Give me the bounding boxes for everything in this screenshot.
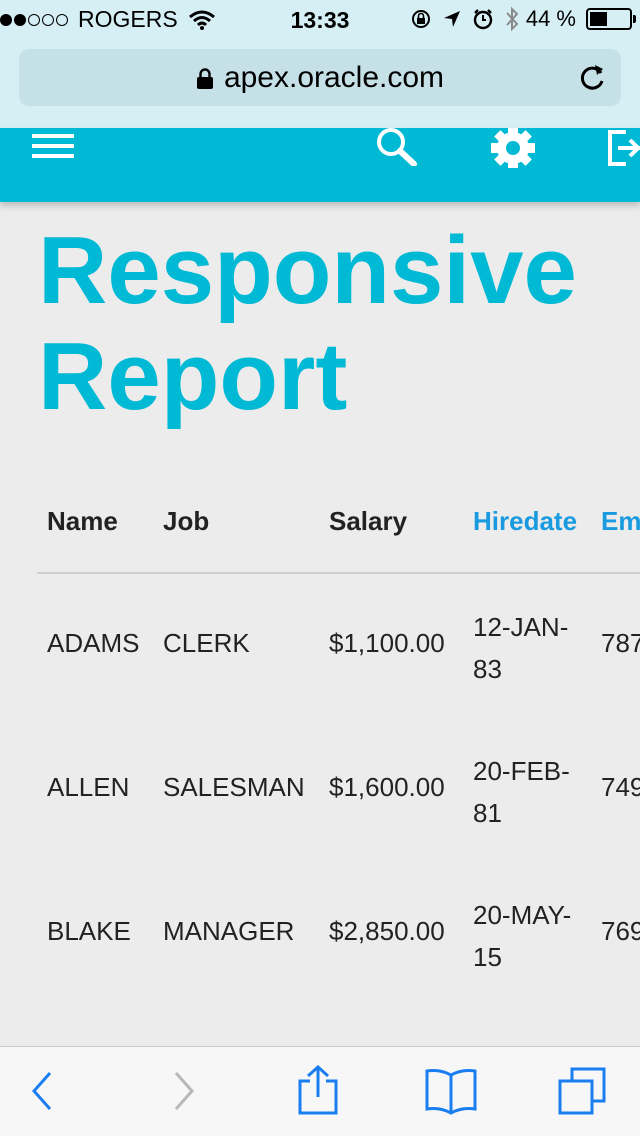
sign-out-icon[interactable] [606, 130, 640, 166]
column-header-empno[interactable]: Em [601, 506, 640, 537]
browser-toolbar [0, 1046, 640, 1136]
cell-name: ADAMS [47, 628, 140, 658]
gear-icon[interactable] [488, 128, 538, 170]
battery-icon [586, 8, 636, 30]
cell-name: BLAKE [47, 916, 131, 946]
table-row: BLAKE MANAGER $2,850.00 20-MAY-15 769 [37, 862, 640, 1006]
cell-salary: $1,600.00 [329, 772, 445, 802]
lock-icon [196, 68, 213, 90]
orientation-lock-icon [411, 10, 430, 28]
cell-salary: $1,100.00 [329, 628, 445, 658]
cell-job: SALESMAN [163, 772, 305, 802]
bluetooth-icon [506, 6, 519, 32]
cell-empno: 769 [601, 916, 640, 946]
address-bar[interactable]: apex.oracle.com [19, 49, 621, 106]
cell-salary: $2,850.00 [329, 916, 445, 946]
url-text: apex.oracle.com [223, 61, 445, 94]
location-icon [443, 11, 460, 27]
cell-hiredate: 20-FEB-81 [473, 756, 570, 828]
status-bar: ROGERS 13:33 44 % [0, 0, 640, 40]
menu-icon[interactable] [32, 130, 74, 162]
reload-icon[interactable] [577, 61, 607, 93]
column-header-hiredate[interactable]: Hiredate [473, 506, 577, 537]
tabs-icon[interactable] [556, 1065, 610, 1115]
alarm-icon [473, 9, 493, 30]
table-header: Name Job Salary Hiredate Em [37, 490, 640, 574]
cell-hiredate: 20-MAY-15 [473, 900, 572, 972]
cell-empno: 749 [601, 772, 640, 802]
report-table: Name Job Salary Hiredate Em ADAMS CLERK … [37, 490, 640, 1006]
browser-chrome: ROGERS 13:33 44 % apex.oracle.com [0, 0, 640, 128]
search-icon[interactable] [374, 128, 420, 166]
table-row: ALLEN SALESMAN $1,600.00 20-FEB-81 749 [37, 718, 640, 862]
column-header-salary[interactable]: Salary [329, 506, 407, 537]
app-header [0, 128, 640, 202]
cell-empno: 787 [601, 628, 640, 658]
column-header-job[interactable]: Job [163, 506, 209, 537]
back-icon[interactable] [30, 1069, 56, 1113]
screen: ROGERS 13:33 44 % apex.oracle.com Respon… [0, 0, 640, 1136]
cell-name: ALLEN [47, 772, 130, 802]
cell-job: CLERK [163, 628, 250, 658]
share-icon[interactable] [296, 1065, 340, 1115]
page-title: Responsive Report [38, 217, 577, 430]
cell-job: MANAGER [163, 916, 295, 946]
cell-hiredate: 12-JAN-83 [473, 612, 569, 684]
bookmarks-icon[interactable] [424, 1067, 478, 1115]
column-header-name[interactable]: Name [47, 506, 118, 537]
battery-percent: 44 % [525, 6, 576, 31]
forward-icon[interactable] [170, 1069, 196, 1113]
table-row: ADAMS CLERK $1,100.00 12-JAN-83 787 [37, 574, 640, 718]
